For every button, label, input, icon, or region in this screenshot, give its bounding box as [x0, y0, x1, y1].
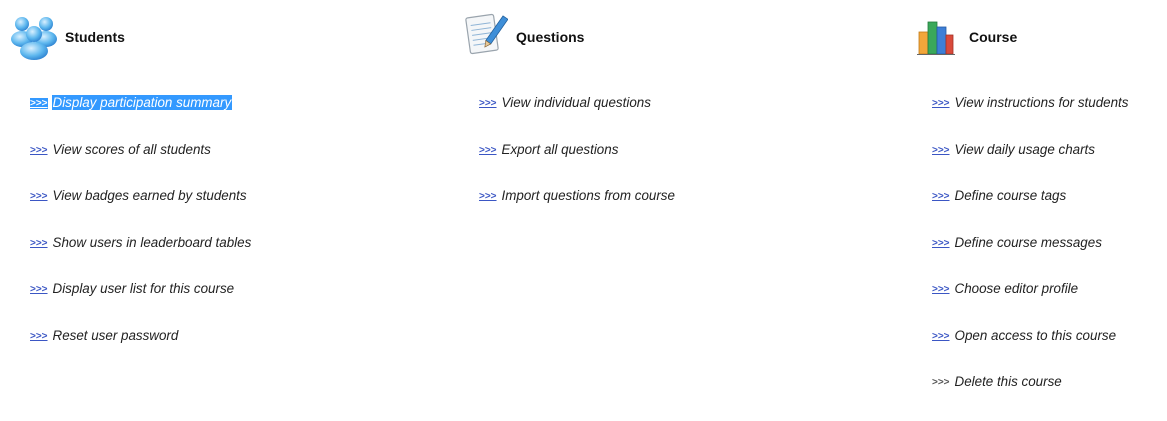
link-label: Show users in leaderboard tables	[52, 234, 252, 250]
link-marker: >>>	[932, 330, 950, 342]
notepad-pen-icon	[462, 12, 509, 63]
questions-title: Questions	[516, 29, 585, 45]
link-label: Define course messages	[954, 234, 1102, 250]
link-label: Import questions from course	[501, 188, 675, 203]
link-label: Display participation summary	[51, 95, 233, 110]
people-icon	[8, 12, 60, 65]
open-access-link[interactable]: >>> Open access to this course	[932, 328, 1129, 375]
export-all-questions-link[interactable]: >>> Export all questions	[479, 142, 676, 189]
import-questions-link[interactable]: >>> Import questions from course	[479, 188, 676, 235]
link-marker: >>>	[30, 284, 48, 295]
display-participation-summary-link[interactable]: >>> Display participation summary	[30, 95, 252, 142]
course-title: Course	[969, 29, 1018, 45]
students-title: Students	[65, 29, 125, 45]
choose-editor-profile-link[interactable]: >>> Choose editor profile	[932, 281, 1129, 328]
link-marker: >>>	[932, 377, 950, 388]
link-label: Choose editor profile	[954, 281, 1079, 296]
link-label: Delete this course	[954, 374, 1062, 389]
link-marker: >>>	[932, 284, 950, 295]
link-label: Reset user password	[52, 327, 179, 343]
show-leaderboard-users-link[interactable]: >>> Show users in leaderboard tables	[30, 235, 252, 282]
bar-chart-icon	[912, 12, 960, 63]
delete-course-link[interactable]: >>> Delete this course	[932, 374, 1129, 421]
link-label: View instructions for students	[954, 95, 1129, 110]
link-label: View badges earned by students	[52, 188, 247, 203]
course-link-list: >>> View instructions for students >>> Vie…	[932, 95, 1129, 421]
reset-user-password-link[interactable]: >>> Reset user password	[30, 328, 252, 375]
link-marker: >>>	[932, 98, 950, 109]
students-link-list: >>> Display participation summary >>> View…	[30, 95, 252, 374]
questions-link-list: >>> View individual questions >>> Export a…	[479, 95, 676, 235]
link-marker: >>>	[30, 237, 48, 249]
link-label: Export all questions	[501, 141, 619, 157]
view-scores-link[interactable]: >>> View scores of all students	[30, 142, 252, 189]
link-label: Define course tags	[954, 188, 1067, 203]
link-label: View scores of all students	[52, 141, 211, 157]
link-marker: >>>	[932, 237, 950, 249]
view-individual-questions-link[interactable]: >>> View individual questions	[479, 95, 676, 142]
view-badges-link[interactable]: >>> View badges earned by students	[30, 188, 252, 235]
link-marker: >>>	[30, 98, 48, 109]
link-marker: >>>	[932, 191, 950, 202]
link-label: View daily usage charts	[954, 141, 1095, 157]
view-daily-usage-charts-link[interactable]: >>> View daily usage charts	[932, 142, 1129, 189]
view-instructions-link[interactable]: >>> View instructions for students	[932, 95, 1129, 142]
display-user-list-link[interactable]: >>> Display user list for this course	[30, 281, 252, 328]
link-marker: >>>	[932, 144, 950, 156]
link-marker: >>>	[479, 98, 497, 109]
link-label: Display user list for this course	[52, 281, 235, 296]
link-marker: >>>	[30, 330, 48, 342]
link-marker: >>>	[479, 144, 497, 156]
define-course-tags-link[interactable]: >>> Define course tags	[932, 188, 1129, 235]
link-marker: >>>	[30, 144, 48, 156]
define-course-messages-link[interactable]: >>> Define course messages	[932, 235, 1129, 282]
link-marker: >>>	[30, 191, 48, 202]
link-label: Open access to this course	[954, 327, 1117, 343]
link-marker: >>>	[479, 191, 497, 202]
link-label: View individual questions	[501, 95, 651, 110]
